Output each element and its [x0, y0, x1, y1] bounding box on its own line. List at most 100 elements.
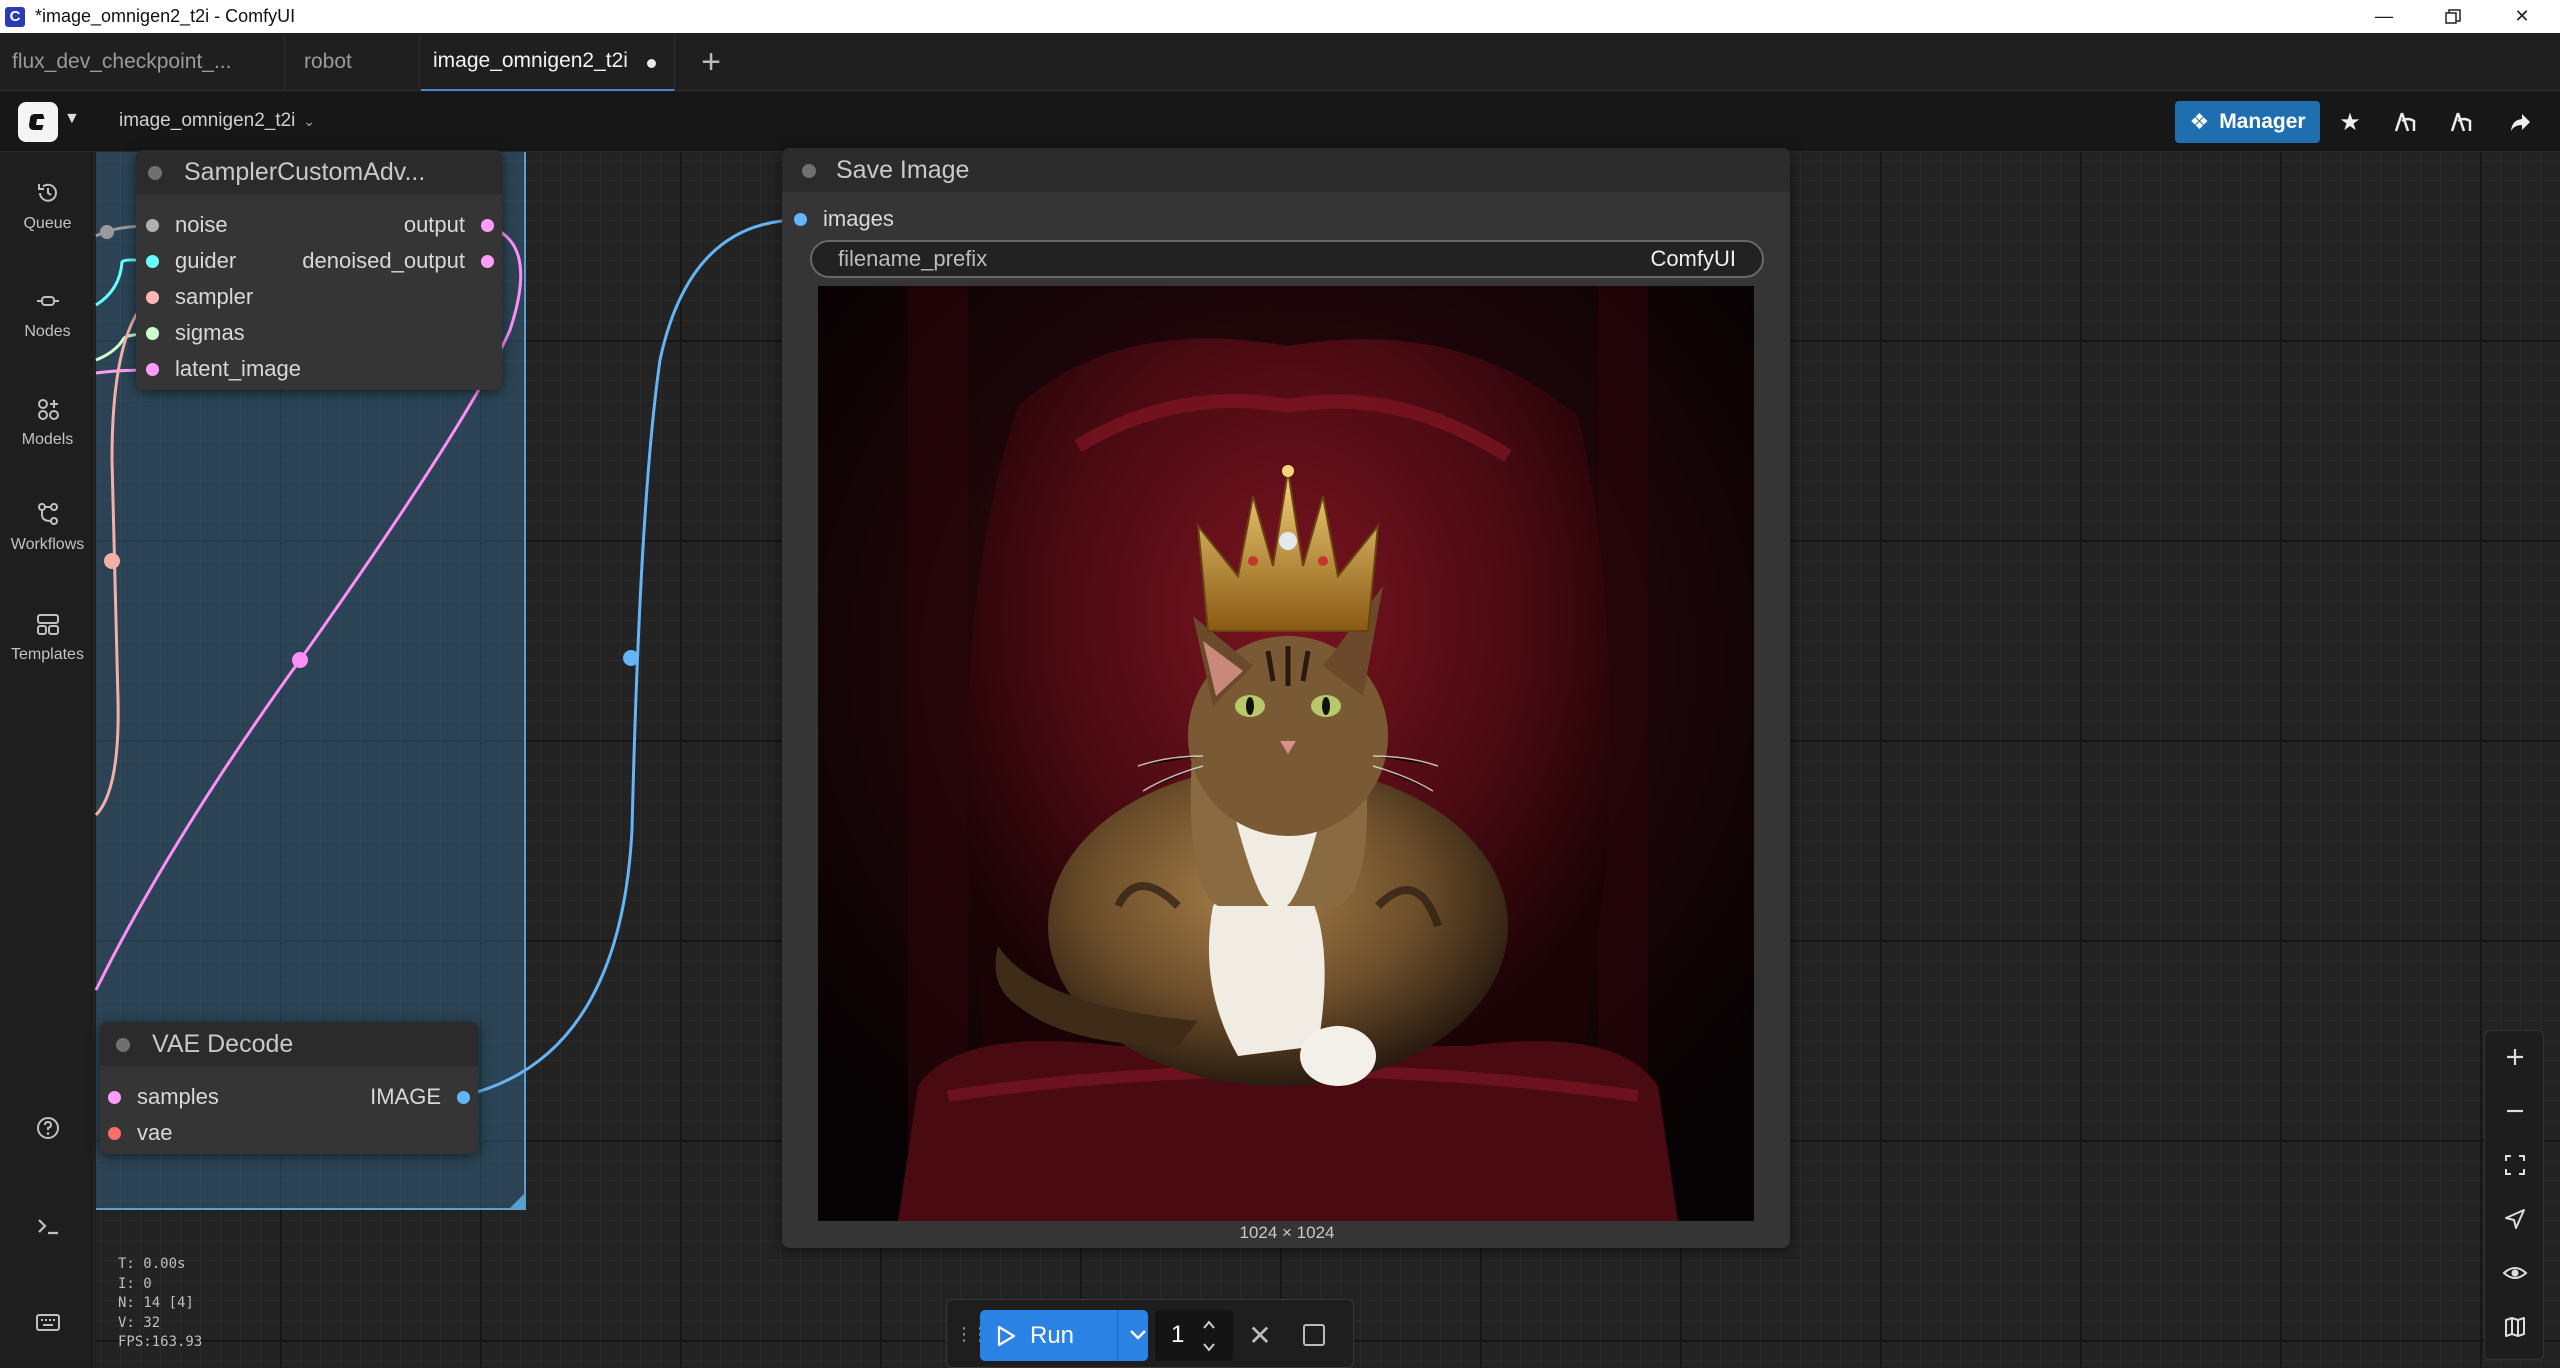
node-sampler-custom-advanced[interactable]: SamplerCustomAdv... noise guider sampler…	[136, 150, 502, 390]
nodes-icon	[32, 285, 64, 317]
canvas-zoom-controls	[2484, 1030, 2544, 1360]
increment-icon[interactable]	[1201, 1318, 1217, 1332]
preview-image[interactable]	[818, 286, 1754, 1221]
input-vae[interactable]: vae	[108, 1120, 172, 1146]
minimize-icon[interactable]: —	[2355, 0, 2413, 33]
output-output[interactable]: output	[404, 212, 494, 238]
zoom-out-icon[interactable]	[2485, 1089, 2545, 1133]
terminal-icon	[32, 1210, 64, 1242]
window-titlebar: C *image_omnigen2_t2i - ComfyUI — ✕	[0, 0, 2560, 33]
port-dot-icon[interactable]	[146, 218, 159, 232]
input-latent-image[interactable]: latent_image	[146, 356, 301, 382]
toggle-links-icon[interactable]	[2485, 1251, 2545, 1295]
comfy-logo[interactable]	[18, 102, 58, 142]
port-dot-icon[interactable]	[108, 1090, 121, 1104]
port-label: denoised_output	[302, 248, 465, 273]
sidebar-label: Nodes	[24, 323, 71, 340]
sidebar-item-nodes[interactable]: Nodes	[0, 285, 95, 341]
port-dot-icon[interactable]	[481, 218, 494, 232]
port-label: latent_image	[175, 356, 301, 381]
port-label: sigmas	[175, 320, 245, 345]
port-dot-icon[interactable]	[146, 362, 159, 376]
output-image[interactable]: IMAGE	[370, 1084, 470, 1110]
port-dot-icon[interactable]	[794, 212, 807, 226]
port-dot-icon[interactable]	[146, 254, 159, 268]
node-title-bar[interactable]: VAE Decode	[100, 1022, 478, 1066]
output-denoised[interactable]: denoised_output	[302, 248, 494, 274]
tab-image-omnigen2[interactable]: image_omnigen2_t2i	[421, 33, 675, 91]
restore-icon[interactable]	[2424, 0, 2482, 33]
close-icon[interactable]: ✕	[2493, 0, 2551, 33]
node-library-alt-icon[interactable]	[2441, 104, 2481, 140]
sidebar-item-models[interactable]: Models	[0, 393, 95, 449]
group-resize-handle[interactable]	[508, 1192, 526, 1210]
widget-label: filename_prefix	[838, 246, 988, 271]
filename-prefix-widget[interactable]: filename_prefix ComfyUI	[810, 240, 1764, 278]
new-tab-button[interactable]: +	[692, 43, 730, 81]
fit-view-icon[interactable]	[2485, 1143, 2545, 1187]
port-dot-icon[interactable]	[481, 254, 494, 268]
play-icon	[997, 1325, 1016, 1346]
run-label: Run	[1030, 1321, 1075, 1349]
tab-robot[interactable]: robot	[286, 33, 420, 91]
input-sampler[interactable]: sampler	[146, 284, 253, 310]
node-title: SamplerCustomAdv...	[184, 157, 426, 186]
select-mode-icon[interactable]	[2485, 1197, 2545, 1241]
collapse-dot-icon[interactable]	[148, 166, 162, 180]
input-sigmas[interactable]: sigmas	[146, 320, 245, 346]
keybindings-button[interactable]	[0, 1306, 95, 1338]
batch-count-input[interactable]: 1	[1155, 1310, 1233, 1361]
run-button[interactable]: Run	[980, 1310, 1148, 1361]
sidebar-label: Workflows	[10, 536, 85, 553]
workflow-name: image_omnigen2_t2i	[119, 110, 296, 131]
sidebar-item-queue[interactable]: Queue	[0, 177, 95, 233]
collapse-dot-icon[interactable]	[802, 164, 816, 178]
chevron-down-icon[interactable]	[1128, 1324, 1148, 1344]
run-toolbar: ⋮⋮ Run 1 ✕	[946, 1299, 1354, 1368]
models-icon	[32, 393, 64, 425]
keyboard-icon	[32, 1306, 64, 1338]
sidebar-item-templates[interactable]: Templates	[0, 608, 95, 664]
port-dot-icon[interactable]	[457, 1090, 470, 1104]
logo-menu-chevron-icon[interactable]: ▼	[64, 110, 80, 128]
minimap-icon[interactable]	[2485, 1305, 2545, 1349]
sidebar-item-workflows[interactable]: Workflows	[0, 498, 95, 554]
stat-nodes: N: 14 [4]	[118, 1295, 194, 1311]
stat-fps: FPS:163.93	[118, 1334, 203, 1350]
port-dot-icon[interactable]	[108, 1126, 121, 1140]
node-title: VAE Decode	[152, 1029, 294, 1058]
collapse-dot-icon[interactable]	[116, 1038, 130, 1052]
star-icon[interactable]: ★	[2330, 104, 2370, 140]
widget-value: ComfyUI	[1650, 246, 1736, 271]
sidebar-label: Queue	[23, 215, 72, 232]
input-guider[interactable]: guider	[146, 248, 236, 274]
input-images[interactable]: images	[794, 206, 894, 232]
port-dot-icon[interactable]	[146, 290, 159, 304]
input-noise[interactable]: noise	[146, 212, 228, 238]
terminal-button[interactable]	[0, 1210, 95, 1242]
tab-label: flux_dev_checkpoint_...	[12, 50, 232, 73]
node-vae-decode[interactable]: VAE Decode samples vae IMAGE	[100, 1022, 478, 1154]
puzzle-icon: ❖	[2189, 109, 2210, 134]
decrement-icon[interactable]	[1201, 1340, 1217, 1354]
input-samples[interactable]: samples	[108, 1084, 219, 1110]
port-label: sampler	[175, 284, 254, 309]
perf-stats: T: 0.00s I: 0 N: 14 [4] V: 32 FPS:163.93	[118, 1255, 202, 1353]
tab-flux-dev[interactable]: flux_dev_checkpoint_...	[0, 33, 285, 91]
share-icon[interactable]	[2500, 104, 2540, 140]
node-title-bar[interactable]: SamplerCustomAdv...	[136, 150, 502, 194]
zoom-in-icon[interactable]	[2485, 1035, 2545, 1079]
tab-label: image_omnigen2_t2i	[433, 49, 628, 72]
node-title-bar[interactable]: Save Image	[782, 148, 1790, 192]
node-library-icon[interactable]	[2385, 104, 2425, 140]
manager-label: Manager	[2219, 110, 2306, 133]
port-dot-icon[interactable]	[146, 326, 159, 340]
workflow-name-dropdown[interactable]: image_omnigen2_t2i ⌄	[119, 110, 315, 132]
port-label: IMAGE	[370, 1084, 441, 1109]
help-button[interactable]	[0, 1112, 95, 1144]
manager-button[interactable]: ❖ Manager	[2175, 101, 2320, 143]
stop-icon[interactable]	[1303, 1324, 1325, 1346]
unsaved-dot-icon[interactable]	[647, 59, 656, 68]
cancel-icon[interactable]: ✕	[1243, 1318, 1277, 1352]
node-title: Save Image	[836, 155, 970, 184]
